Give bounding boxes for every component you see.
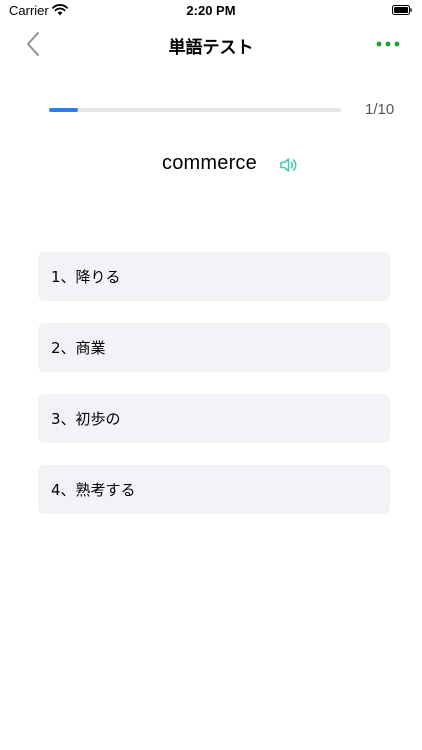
answer-option-4[interactable]: 4、熟考する [38,465,390,514]
progress-fill [49,108,79,112]
answer-option-label: 4、熟考する [51,481,136,499]
answer-option-2[interactable]: 2、商業 [38,323,390,372]
page-title: 単語テスト [168,38,254,58]
more-dots-icon[interactable] [376,36,400,52]
speaker-icon[interactable] [279,156,299,174]
status-time: 2:20 PM [186,3,236,18]
answer-options: 1、降りる 2、商業 3、初歩の 4、熟考する [38,252,390,536]
question-word: commerce [162,152,257,174]
answer-option-label: 3、初歩の [51,410,121,428]
answer-option-label: 2、商業 [51,339,106,357]
battery-icon [392,5,412,15]
answer-option-1[interactable]: 1、降りる [38,252,390,301]
progress-track [49,108,341,112]
answer-option-3[interactable]: 3、初歩の [38,394,390,443]
status-bar: Carrier 2:20 PM [0,0,422,22]
progress-count: 1/10 [365,101,395,118]
question-row: commerce [0,150,422,180]
nav-bar: 単語テスト [0,22,422,66]
progress-row: 1/10 [49,100,399,120]
answer-option-label: 1、降りる [51,268,121,286]
